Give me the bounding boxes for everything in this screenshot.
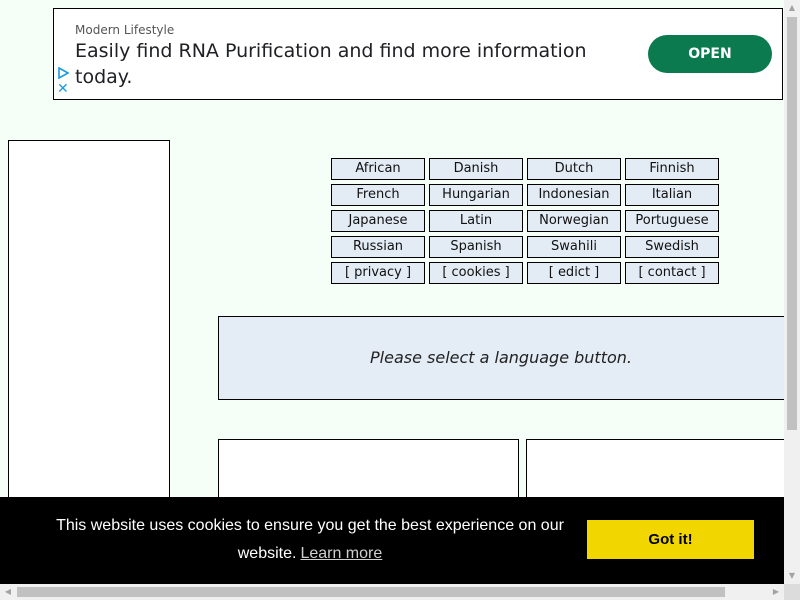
language-button-finnish[interactable]: Finnish [625,158,719,180]
cookies-link-button[interactable]: [ cookies ] [429,262,523,284]
language-button-indonesian[interactable]: Indonesian [527,184,621,206]
select-language-message: Please select a language button. [370,348,632,367]
ad-open-button[interactable]: OPEN [648,35,772,73]
cookie-consent-banner: This website uses cookies to ensure you … [0,497,784,584]
ad-advertiser-name: Modern Lifestyle [75,23,175,37]
close-x-icon[interactable]: ✕ [57,82,69,96]
language-button-italian[interactable]: Italian [625,184,719,206]
language-button-latin[interactable]: Latin [429,210,523,232]
horizontal-scroll-thumb[interactable] [17,587,725,597]
message-panel: Please select a language button. [218,316,784,400]
language-button-danish[interactable]: Danish [429,158,523,180]
scrollbar-corner [784,584,800,600]
edict-link-button[interactable]: [ edict ] [527,262,621,284]
privacy-link-button[interactable]: [ privacy ] [331,262,425,284]
language-button-russian[interactable]: Russian [331,236,425,258]
language-button-african[interactable]: African [331,158,425,180]
language-button-norwegian[interactable]: Norwegian [527,210,621,232]
language-button-japanese[interactable]: Japanese [331,210,425,232]
language-button-swahili[interactable]: Swahili [527,236,621,258]
scroll-up-arrow-icon[interactable]: ▲ [784,0,800,16]
language-button-grid: African Danish Dutch Finnish French Hung… [331,158,719,284]
cookie-consent-message: This website uses cookies to ensure you … [40,512,580,568]
scroll-left-arrow-icon[interactable]: ◀ [0,584,16,600]
language-button-hungarian[interactable]: Hungarian [429,184,523,206]
scroll-down-arrow-icon[interactable]: ▼ [784,568,800,584]
scroll-right-arrow-icon[interactable]: ▶ [768,584,784,600]
language-button-portuguese[interactable]: Portuguese [625,210,719,232]
got-it-button[interactable]: Got it! [587,520,754,559]
horizontal-scrollbar[interactable]: ◀ ▶ [0,584,784,600]
vertical-scrollbar[interactable]: ▲ ▼ [784,0,800,584]
page-viewport: Modern Lifestyle Easily find RNA Purific… [0,0,784,584]
language-button-swedish[interactable]: Swedish [625,236,719,258]
adchoices-triangle-icon[interactable] [57,67,69,79]
contact-link-button[interactable]: [ contact ] [625,262,719,284]
ad-headline[interactable]: Easily find RNA Purification and find mo… [75,38,615,90]
learn-more-link[interactable]: Learn more [300,545,382,562]
language-button-spanish[interactable]: Spanish [429,236,523,258]
ad-banner[interactable]: Modern Lifestyle Easily find RNA Purific… [53,8,783,100]
left-sidebar-box [8,140,170,542]
vertical-scroll-thumb[interactable] [787,17,797,430]
language-button-french[interactable]: French [331,184,425,206]
language-button-dutch[interactable]: Dutch [527,158,621,180]
